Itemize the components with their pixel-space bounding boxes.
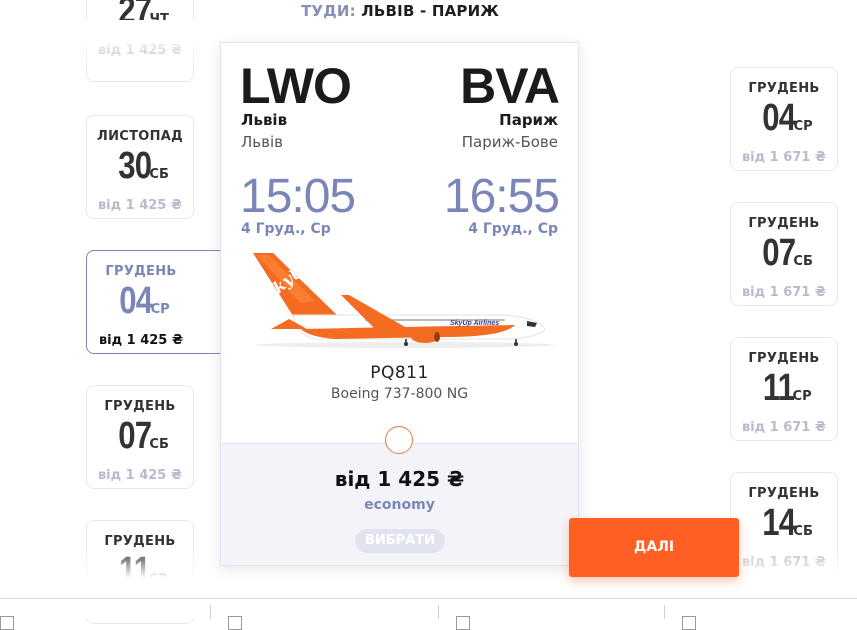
destination-airport: Париж-Бове bbox=[461, 133, 558, 151]
date-day: 11 bbox=[119, 550, 151, 592]
route-label: ЛЬВІВ - ПАРИЖ bbox=[361, 2, 499, 20]
departure-time: 15:05 bbox=[240, 170, 356, 223]
date-price: від 1 671 ₴ bbox=[741, 420, 827, 435]
next-button[interactable]: ДАЛІ bbox=[569, 518, 739, 577]
checkbox[interactable] bbox=[0, 616, 14, 630]
date-day: 30 bbox=[118, 145, 152, 187]
checkbox[interactable] bbox=[682, 616, 696, 630]
divider bbox=[664, 605, 665, 619]
select-button[interactable]: ВИБРАТИ bbox=[355, 529, 445, 553]
date-price: від 1 425 ₴ bbox=[97, 468, 183, 483]
date-weekday: СБ bbox=[149, 167, 169, 182]
date-card-left-selected[interactable]: ГРУДЕНЬ 04СР від 1 425 ₴ bbox=[86, 250, 226, 354]
flight-number: PQ811 bbox=[370, 363, 429, 383]
date-card-right-0[interactable]: ГРУДЕНЬ 04СР від 1 671 ₴ bbox=[730, 67, 838, 171]
destination-code: BVA bbox=[460, 58, 560, 114]
checkbox[interactable] bbox=[456, 616, 470, 630]
date-card-right-1[interactable]: ГРУДЕНЬ 07СБ від 1 671 ₴ bbox=[730, 202, 838, 306]
date-weekday: СР bbox=[793, 119, 813, 134]
date-weekday: СР bbox=[150, 302, 170, 317]
fuselage-brand: SkyUp Airlines bbox=[450, 320, 499, 327]
origin-airport: Львів bbox=[241, 133, 283, 151]
date-price: від 1 671 ₴ bbox=[741, 150, 827, 165]
date-day: 07 bbox=[118, 415, 152, 457]
date-day: 07 bbox=[762, 232, 796, 274]
date-day: 04 bbox=[762, 97, 797, 139]
departure-date: 4 Груд., Ср bbox=[241, 221, 331, 237]
date-price: від 1 671 ₴ bbox=[741, 555, 827, 570]
divider bbox=[438, 605, 439, 619]
date-day: 27 bbox=[118, 0, 152, 32]
date-weekday: СБ bbox=[149, 437, 169, 452]
date-price: від 1 425 ₴ bbox=[98, 333, 184, 348]
date-card-right-2[interactable]: ГРУДЕНЬ 11СР від 1 671 ₴ bbox=[730, 337, 838, 441]
date-day: 14 bbox=[762, 502, 796, 544]
date-month: ГРУДЕНЬ bbox=[748, 216, 820, 231]
divider bbox=[210, 605, 211, 619]
date-month: ГРУДЕНЬ bbox=[748, 81, 820, 96]
flight-card[interactable]: LWO BVA Львів Париж Львів Париж-Бове 15:… bbox=[220, 42, 579, 566]
arrival-time: 16:55 bbox=[443, 170, 560, 223]
date-day: 04 bbox=[119, 280, 154, 322]
date-weekday: ЧТ bbox=[149, 12, 169, 27]
date-card-right-3[interactable]: ГРУДЕНЬ 14СБ від 1 671 ₴ bbox=[730, 472, 838, 576]
date-price: від 1 425 ₴ bbox=[97, 43, 183, 58]
destination-city: Париж bbox=[499, 111, 558, 129]
date-month: ГРУДЕНЬ bbox=[748, 486, 820, 501]
origin-city: Львів bbox=[241, 111, 288, 129]
fare-radio[interactable] bbox=[385, 426, 413, 454]
fare-class: economy bbox=[364, 497, 435, 513]
date-month: ГРУДЕНЬ bbox=[104, 534, 176, 549]
date-weekday: СР bbox=[792, 389, 812, 404]
date-card-left-3[interactable]: ГРУДЕНЬ 07СБ від 1 425 ₴ bbox=[86, 385, 194, 489]
filter-strip bbox=[0, 598, 857, 630]
date-price: від 1 425 ₴ bbox=[97, 198, 183, 213]
date-month: ГРУДЕНЬ bbox=[105, 264, 177, 279]
date-weekday: СР bbox=[148, 572, 168, 587]
date-weekday: СБ bbox=[793, 254, 813, 269]
checkbox[interactable] bbox=[228, 616, 242, 630]
date-price: від 1 671 ₴ bbox=[741, 285, 827, 300]
aircraft-image: SkyUp SkyUp Airlines bbox=[253, 253, 555, 348]
aircraft-model: Boeing 737-800 NG bbox=[330, 386, 469, 402]
date-month: ГРУДЕНЬ bbox=[748, 351, 820, 366]
date-day: 11 bbox=[763, 367, 795, 409]
direction-label: ТУДИ: bbox=[301, 2, 356, 20]
date-month: ЛИСТОПАД bbox=[96, 129, 184, 144]
date-month: ГРУДЕНЬ bbox=[104, 399, 176, 414]
date-card-left-1[interactable]: ЛИСТОПАД 30СБ від 1 425 ₴ bbox=[86, 115, 194, 219]
origin-code: LWO bbox=[240, 58, 352, 114]
fare-price: від 1 425 ₴ bbox=[334, 467, 465, 491]
date-card-left-0[interactable]: 27ЧТ від 1 425 ₴ bbox=[86, 0, 194, 82]
date-weekday: СБ bbox=[793, 524, 813, 539]
arrival-date: 4 Груд., Ср bbox=[468, 221, 558, 237]
